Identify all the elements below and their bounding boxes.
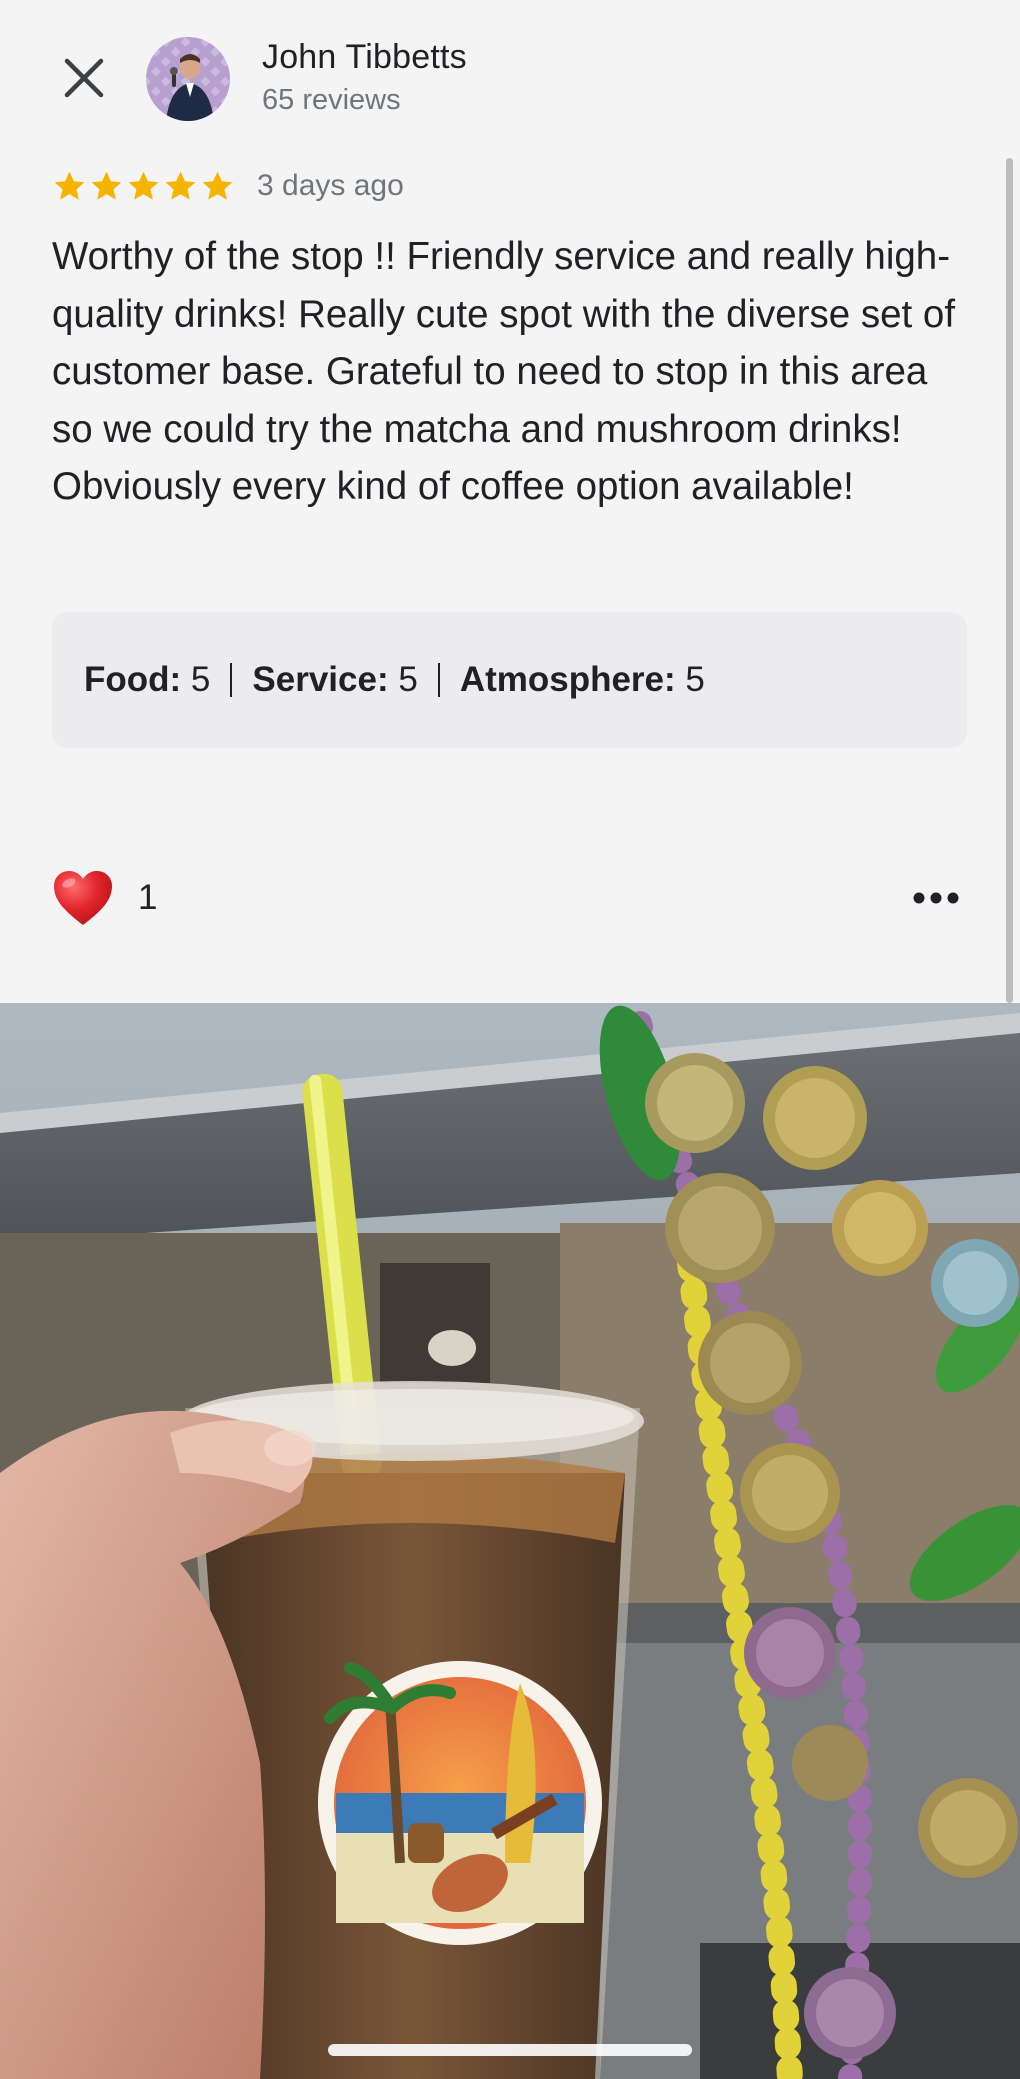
like-count: 1 — [138, 878, 158, 917]
close-button[interactable] — [52, 46, 116, 110]
rating-row: 3 days ago — [52, 164, 404, 208]
star-icon — [128, 171, 159, 200]
divider — [230, 663, 233, 697]
home-indicator[interactable] — [328, 2044, 692, 2056]
review-photo[interactable] — [0, 1003, 1020, 2079]
star-icon — [165, 171, 196, 200]
close-icon — [64, 58, 104, 98]
review-header: John Tibbetts 65 reviews — [0, 0, 1020, 158]
more-options-icon — [913, 892, 959, 904]
heart-icon — [54, 871, 112, 925]
subrating-service: Service: 5 — [252, 660, 418, 699]
scrollbar[interactable] — [1006, 158, 1013, 1003]
subrating-food: Food: 5 — [84, 660, 211, 699]
more-options-button[interactable] — [904, 872, 968, 924]
author-name[interactable]: John Tibbetts — [262, 38, 467, 77]
review-date: 3 days ago — [257, 169, 404, 202]
star-icon — [202, 171, 233, 200]
subrating-atmosphere: Atmosphere: 5 — [459, 660, 705, 699]
author-review-count: 65 reviews — [262, 84, 401, 116]
divider — [437, 663, 440, 697]
like-button[interactable]: 1 — [52, 866, 157, 930]
review-text: Worthy of the stop !! Friendly service a… — [52, 235, 956, 508]
author-avatar[interactable] — [146, 37, 230, 121]
subratings-box: Food: 5 Service: 5 Atmosphere: 5 — [52, 612, 967, 748]
star-rating — [52, 169, 235, 204]
star-icon — [91, 171, 122, 200]
star-icon — [54, 171, 85, 200]
